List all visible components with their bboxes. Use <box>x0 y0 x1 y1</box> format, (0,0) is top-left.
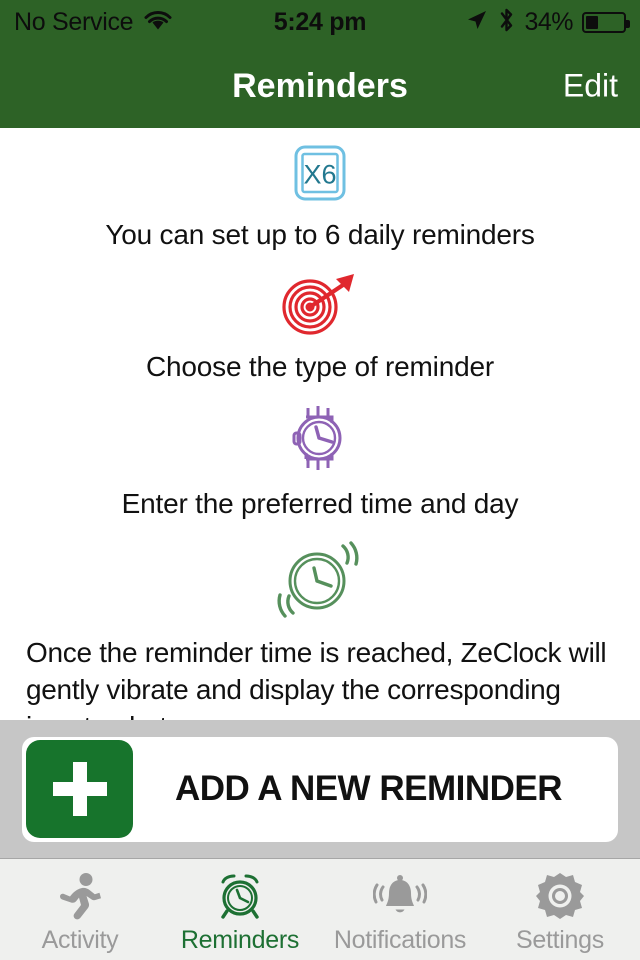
tab-notifications-label: Notifications <box>333 926 467 954</box>
tab-notifications[interactable]: Notifications <box>320 859 480 960</box>
page-title: Reminders <box>232 66 408 105</box>
tab-settings[interactable]: Settings <box>480 859 640 960</box>
edit-button[interactable]: Edit <box>563 68 618 105</box>
alarm-clock-icon <box>215 870 265 922</box>
bluetooth-icon <box>498 7 515 38</box>
running-person-icon <box>55 870 105 922</box>
step-vibrate-alert <box>0 539 640 619</box>
battery-icon <box>582 11 630 33</box>
target-bullseye-icon <box>274 270 366 338</box>
app-root: No Service 5:24 pm 34% Reminders Edit X6… <box>0 0 640 960</box>
wifi-icon <box>143 9 173 36</box>
location-arrow-icon <box>465 8 489 37</box>
gear-icon <box>535 870 585 922</box>
step-preferred-time: Enter the preferred time and day <box>0 401 640 521</box>
tab-activity-label: Activity <box>41 926 119 954</box>
step-daily-reminders: X6 You can set up to 6 daily reminders <box>0 142 640 252</box>
tab-activity[interactable]: Activity <box>0 859 160 960</box>
step-label: Enter the preferred time and day <box>121 488 519 520</box>
add-reminder-panel: ADD A NEW REMINDER <box>0 720 640 858</box>
status-bar: No Service 5:24 pm 34% <box>0 0 640 44</box>
nav-bar: Reminders Edit <box>0 44 640 128</box>
step-label: You can set up to 6 daily reminders <box>105 219 535 250</box>
plus-icon <box>26 740 133 838</box>
content-area: X6 You can set up to 6 daily reminders C… <box>0 128 640 720</box>
vibrating-clock-icon <box>271 539 369 619</box>
svg-text:X6: X6 <box>303 160 336 190</box>
carrier-label: No Service <box>14 7 134 36</box>
status-bar-left: No Service <box>14 9 173 36</box>
tab-reminders-label: Reminders <box>180 926 300 954</box>
battery-percent-label: 34% <box>524 7 573 36</box>
tab-settings-label: Settings <box>516 926 604 954</box>
step-reminder-type: Choose the type of reminder <box>0 270 640 384</box>
step-label: Choose the type of reminder <box>146 350 494 382</box>
x6-badge-icon: X6 <box>294 142 346 204</box>
add-new-reminder-label: ADD A NEW REMINDER <box>174 769 563 808</box>
clock-label: 5:24 pm <box>273 7 367 36</box>
final-note-text: Once the reminder time is reached, ZeClo… <box>26 636 607 720</box>
tab-reminders[interactable]: Reminders <box>160 859 320 960</box>
wristwatch-icon <box>284 401 356 475</box>
tab-bar: Activity Reminders Notifications Setting… <box>0 858 640 960</box>
bell-icon <box>373 870 427 922</box>
add-new-reminder-button[interactable]: ADD A NEW REMINDER <box>22 736 618 842</box>
status-bar-right: 34% <box>465 7 630 38</box>
